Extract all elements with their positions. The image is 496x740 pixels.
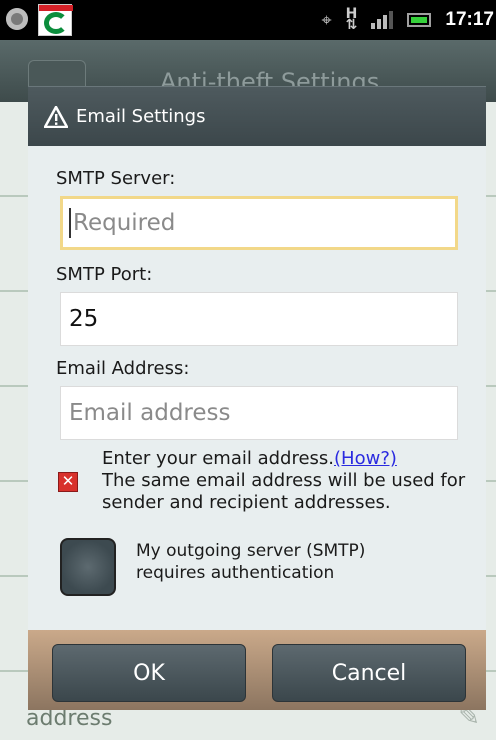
- auth-checkbox-label[interactable]: My outgoing server (SMTP) requires authe…: [136, 540, 365, 584]
- smtp-port-value: 25: [69, 306, 99, 332]
- dialog-title: Email Settings: [76, 106, 206, 127]
- error-line-1: Enter your email address.: [102, 448, 335, 469]
- network-type-icon: H ⇅: [345, 6, 358, 33]
- how-link[interactable]: (How?): [334, 448, 397, 469]
- warning-icon: [44, 105, 68, 128]
- clock: 17:17: [445, 9, 494, 30]
- auth-checkbox[interactable]: [60, 538, 116, 596]
- gps-icon: ⌖: [321, 9, 332, 31]
- smtp-server-label: SMTP Server:: [56, 168, 176, 189]
- dialog-footer: OK Cancel: [28, 630, 486, 710]
- error-icon: ✕: [58, 472, 78, 492]
- smtp-port-label: SMTP Port:: [56, 264, 153, 285]
- email-address-input[interactable]: Email address: [60, 386, 458, 440]
- auth-label-line-2: requires authentication: [136, 563, 335, 583]
- email-error-message: Enter your email address.(How?) The same…: [102, 448, 474, 514]
- smtp-server-input[interactable]: Required: [60, 196, 458, 250]
- cancel-button[interactable]: Cancel: [272, 644, 466, 702]
- signal-icon: [371, 11, 394, 29]
- email-address-placeholder: Email address: [69, 400, 231, 426]
- smtp-port-input[interactable]: 25: [60, 292, 458, 346]
- auth-label-line-1: My outgoing server (SMTP): [136, 541, 366, 561]
- ok-button[interactable]: OK: [52, 644, 246, 702]
- dialog-header: Email Settings: [28, 86, 486, 146]
- status-bar: ⌖ H ⇅ 17:17: [0, 0, 496, 40]
- settings-notification-icon: [6, 8, 28, 30]
- battery-icon: [407, 13, 432, 27]
- text-cursor: [69, 208, 71, 238]
- comodo-app-icon: [38, 4, 73, 36]
- email-address-label: Email Address:: [56, 358, 190, 379]
- error-line-2: The same email address will be used for …: [102, 470, 466, 513]
- email-settings-dialog: Email Settings SMTP Server: Required SMT…: [28, 86, 486, 710]
- smtp-server-placeholder: Required: [73, 210, 176, 236]
